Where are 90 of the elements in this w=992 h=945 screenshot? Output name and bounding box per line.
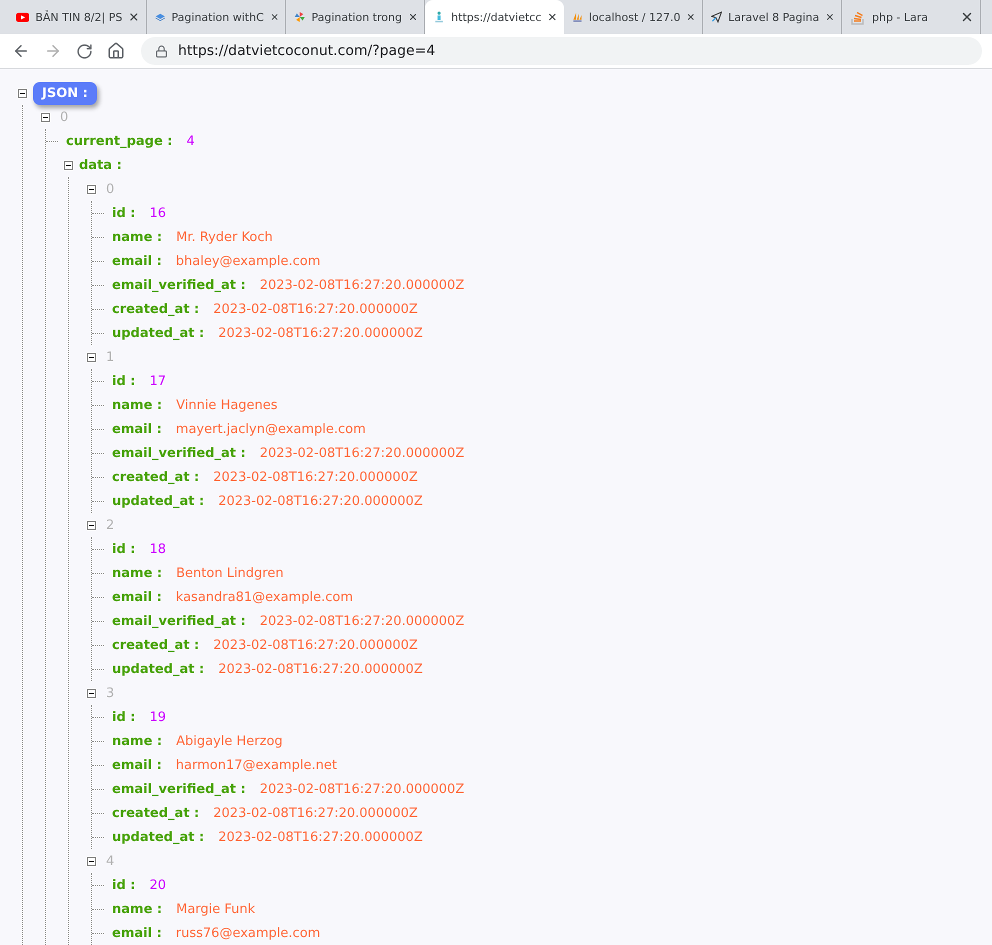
field-value: 2023-02-08T16:27:20.000000Z [218, 494, 423, 508]
field-value: Mr. Ryder Koch [176, 230, 273, 244]
field-key: email_verified_at : [112, 614, 246, 628]
tab-title: localhost / 127.0 [588, 10, 680, 24]
field-value: 2023-02-08T16:27:20.000000Z [260, 446, 464, 460]
tab-title: Pagination withC [172, 10, 264, 24]
field-value: 2023-02-08T16:27:20.000000Z [260, 614, 464, 628]
field-key: email : [112, 926, 162, 940]
field-value: russ76@example.com [176, 926, 320, 940]
field-key: name : [112, 230, 162, 244]
collapse-toggle[interactable] [41, 112, 50, 122]
reload-icon [76, 42, 93, 60]
field-value: bhaley@example.com [176, 254, 320, 268]
field-value: mayert.jaclyn@example.com [176, 422, 366, 436]
field-value: 2023-02-08T16:27:20.000000Z [260, 278, 464, 292]
field-value: Abigayle Herzog [176, 734, 283, 748]
field-key: name : [112, 734, 162, 748]
field-key: updated_at : [112, 830, 204, 844]
field-key: data : [79, 158, 122, 172]
field-key: id : [112, 374, 136, 388]
figure-icon [433, 9, 446, 25]
collapse-toggle[interactable] [87, 688, 96, 698]
field-key: updated_at : [112, 494, 204, 508]
field-key: updated_at : [112, 326, 204, 340]
close-icon[interactable] [960, 10, 974, 24]
field-key: id : [112, 710, 136, 724]
field-key: name : [112, 566, 162, 580]
field-value: 2023-02-08T16:27:20.000000Z [218, 326, 423, 340]
field-value: Vinnie Hagenes [176, 398, 278, 412]
collapse-toggle[interactable] [87, 184, 96, 194]
field-key: created_at : [112, 470, 200, 484]
field-key: updated_at : [112, 662, 204, 676]
index-label: 0 [106, 182, 114, 196]
index-label: 0 [60, 110, 68, 124]
field-value: 2023-02-08T16:27:20.000000Z [213, 470, 418, 484]
field-key: email_verified_at : [112, 278, 246, 292]
field-key: email_verified_at : [112, 446, 246, 460]
field-key: email : [112, 254, 162, 268]
stack-icon [850, 9, 866, 25]
field-key: email : [112, 758, 162, 772]
field-value: kasandra81@example.com [176, 590, 353, 604]
field-key: created_at : [112, 638, 200, 652]
field-value: 20 [150, 878, 166, 892]
field-value: 2023-02-08T16:27:20.000000Z [213, 638, 418, 652]
field-key: created_at : [112, 302, 200, 316]
tab-title: Laravel 8 Pagina [728, 10, 820, 24]
forward-icon [44, 42, 62, 60]
tab-title: php - Lara [872, 10, 930, 24]
collapse-toggle[interactable] [87, 352, 96, 362]
field-value: harmon17@example.net [176, 758, 337, 772]
field-value: 4 [186, 134, 195, 148]
field-value: 17 [150, 374, 166, 388]
back-icon [12, 42, 30, 60]
field-key: email : [112, 422, 162, 436]
field-value: 2023-02-08T16:27:20.000000Z [218, 662, 423, 676]
field-key: email_verified_at : [112, 782, 246, 796]
home-icon [107, 42, 125, 60]
collapse-toggle[interactable] [64, 160, 73, 170]
field-value: 2023-02-08T16:27:20.000000Z [213, 806, 418, 820]
lock-icon [155, 44, 168, 58]
field-value: Benton Lindgren [176, 566, 284, 580]
index-label: 2 [106, 518, 114, 532]
field-key: id : [112, 878, 136, 892]
field-key: name : [112, 902, 162, 916]
tab-title: Pagination trong [311, 10, 402, 24]
browser-tab[interactable]: https://datvietcc [425, 0, 564, 34]
collapse-toggle[interactable] [18, 88, 27, 98]
field-key: current_page : [66, 134, 172, 148]
field-key: email : [112, 590, 162, 604]
field-key: id : [112, 542, 136, 556]
collapse-toggle[interactable] [87, 856, 96, 866]
field-value: 18 [150, 542, 166, 556]
field-value: Margie Funk [176, 902, 256, 916]
field-key: created_at : [112, 806, 200, 820]
field-value: 19 [150, 710, 166, 724]
index-label: 4 [106, 854, 114, 868]
field-value: 2023-02-08T16:27:20.000000Z [218, 830, 423, 844]
tab-title: BẢN TIN 8/2| PS [35, 10, 122, 24]
field-value: 16 [150, 206, 166, 220]
field-value: 2023-02-08T16:27:20.000000Z [260, 782, 464, 796]
index-label: 1 [106, 350, 114, 364]
root-label: JSON : [33, 82, 97, 104]
tab-title: https://datvietcc [451, 10, 542, 24]
address-bar[interactable]: https://datvietcoconut.com/?page=4 [141, 37, 982, 65]
paper-plane-icon [711, 9, 722, 25]
collapse-toggle[interactable] [87, 520, 96, 530]
index-label: 3 [106, 686, 114, 700]
field-key: name : [112, 398, 162, 412]
field-key: id : [112, 206, 136, 220]
field-value: 2023-02-08T16:27:20.000000Z [213, 302, 418, 316]
